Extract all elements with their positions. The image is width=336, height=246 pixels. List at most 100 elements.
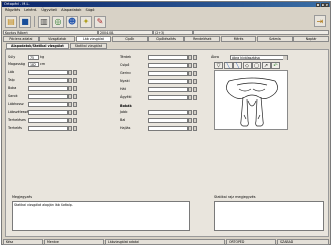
back-input[interactable] xyxy=(148,87,188,92)
dropdown-button[interactable] xyxy=(188,63,192,68)
menu-item[interactable]: Alapadatok xyxy=(61,8,81,12)
dropdown-button[interactable] xyxy=(68,70,72,75)
settings-icon[interactable]: ✦ xyxy=(80,15,92,28)
lookup-button[interactable] xyxy=(193,55,197,60)
notes-textarea[interactable]: Statikai vizsgálat alapján láb lúdtalp. xyxy=(12,201,190,231)
dropdown-button[interactable] xyxy=(188,110,192,115)
line-icon[interactable]: ╲ xyxy=(223,62,233,69)
search-icon[interactable]: ◎ xyxy=(52,15,64,28)
spine-input[interactable] xyxy=(148,71,188,76)
lookup-button[interactable] xyxy=(73,126,77,131)
save-icon[interactable]: ■ xyxy=(19,15,31,28)
ankle-left-input[interactable] xyxy=(148,118,188,123)
menu-item[interactable]: Lekérd. xyxy=(24,8,37,12)
lookup-button[interactable] xyxy=(193,126,197,131)
neck-input[interactable] xyxy=(148,79,188,84)
tab-foot-exam[interactable]: Láb vizsgálat xyxy=(75,36,112,42)
drawing-notes-textarea[interactable] xyxy=(214,201,324,231)
dropdown-button[interactable] xyxy=(188,79,192,84)
lookup-button[interactable] xyxy=(73,102,77,107)
lookup-button[interactable] xyxy=(193,87,197,92)
tab-calendar[interactable]: Naptár xyxy=(293,36,330,42)
loading-input[interactable] xyxy=(28,118,68,123)
lookup-button[interactable] xyxy=(193,95,197,100)
pointer-icon[interactable]: ▽ xyxy=(214,62,223,69)
tab-patient[interactable]: Páciens adatai xyxy=(3,36,39,42)
foot-input[interactable] xyxy=(28,70,68,75)
lookup-button[interactable] xyxy=(193,79,197,84)
patient-date: 2004.08. xyxy=(98,30,153,35)
patient-code: (2+3) xyxy=(153,30,193,35)
lookup-button[interactable] xyxy=(193,110,197,115)
lookup-button[interactable] xyxy=(193,71,197,76)
lookup-button[interactable] xyxy=(73,70,77,75)
open-icon[interactable]: ▤ xyxy=(5,15,17,28)
tab-measure[interactable]: Mérés xyxy=(220,36,257,42)
foot-width-input[interactable] xyxy=(28,110,68,115)
lookup-button[interactable] xyxy=(193,63,197,68)
dropdown-button[interactable] xyxy=(188,126,192,131)
arrow-icon[interactable]: ↗ xyxy=(261,62,271,69)
dropdown-button[interactable] xyxy=(188,95,192,100)
tab-shoes[interactable]: Cipők xyxy=(111,36,148,42)
field-label: Nyaki xyxy=(120,79,130,83)
tab-invoice[interactable]: Számla xyxy=(256,36,293,42)
weight-input[interactable]: 75 xyxy=(28,55,39,60)
lookup-button[interactable] xyxy=(73,94,77,99)
lookup-button[interactable] xyxy=(73,118,77,123)
exit-icon[interactable]: ⇥ xyxy=(314,15,326,27)
patient-name: Kovács Róbert xyxy=(3,30,98,35)
status-state: SZABAD xyxy=(277,239,329,245)
height-input[interactable]: 182 xyxy=(28,62,39,67)
ankle-right-input[interactable] xyxy=(148,110,188,115)
tab-shoe-making[interactable]: Cipőkészítés xyxy=(148,36,184,42)
minimize-button[interactable]: _ xyxy=(316,2,320,7)
menu-item[interactable]: Súgó xyxy=(85,8,94,12)
dropdown-button[interactable] xyxy=(188,71,192,76)
load-input[interactable] xyxy=(28,126,68,131)
undo-icon[interactable]: ↶ xyxy=(271,62,280,69)
field-label: Terhelés xyxy=(8,126,22,130)
dropdown-button[interactable] xyxy=(68,118,72,123)
sole-input[interactable] xyxy=(28,78,68,83)
tab-orders[interactable]: Rendelések xyxy=(184,36,221,42)
dropdown-button[interactable] xyxy=(188,118,192,123)
ankle-input[interactable] xyxy=(28,86,68,91)
eraser-icon[interactable]: ◇ xyxy=(242,62,252,69)
patient-info-empty xyxy=(193,30,329,35)
status-saved: Mentve xyxy=(44,239,104,245)
dropdown-button[interactable] xyxy=(188,55,192,60)
dropdown-button[interactable] xyxy=(68,110,72,115)
menu-item[interactable]: Rögzítés xyxy=(5,8,20,12)
foot-length-input[interactable] xyxy=(28,102,68,107)
toolbar-separator xyxy=(34,16,35,27)
dropdown-button[interactable] xyxy=(68,94,72,99)
lookup-button[interactable] xyxy=(73,110,77,115)
print-icon[interactable]: ▥ xyxy=(38,15,50,28)
dropdown-button[interactable] xyxy=(68,102,72,107)
dropdown-button[interactable] xyxy=(68,86,72,91)
knee-input[interactable] xyxy=(148,55,188,60)
close-button[interactable]: × xyxy=(325,2,329,7)
heel-input[interactable] xyxy=(28,94,68,99)
exam-panel: Súly 75 kg Magasság 182 cm Láb Talp Boka… xyxy=(5,49,329,237)
shape-icon[interactable]: ▢ xyxy=(252,62,261,69)
menu-item[interactable]: Ügyviteli xyxy=(41,8,57,12)
bend-input[interactable] xyxy=(148,126,188,131)
tab-exams[interactable]: Vizsgálatok xyxy=(39,36,76,42)
dropdown-button[interactable] xyxy=(68,126,72,131)
dropdown-button[interactable] xyxy=(188,87,192,92)
dropdown-button[interactable] xyxy=(68,78,72,83)
lookup-button[interactable] xyxy=(73,86,77,91)
help-icon[interactable]: ✎ xyxy=(94,15,106,28)
lookup-button[interactable] xyxy=(193,118,197,123)
patient-icon[interactable]: ☻ xyxy=(66,15,78,28)
pen-icon[interactable]: ╲ xyxy=(233,62,242,69)
hip-input[interactable] xyxy=(148,63,188,68)
lumbar-input[interactable] xyxy=(148,95,188,100)
lookup-button[interactable] xyxy=(73,78,77,83)
maximize-button[interactable]: □ xyxy=(320,2,325,7)
drawing-select[interactable]: ábra kiválasztása xyxy=(230,55,288,60)
status-mode: ORTOPÉD xyxy=(226,239,276,245)
drawing-canvas[interactable] xyxy=(214,70,288,130)
